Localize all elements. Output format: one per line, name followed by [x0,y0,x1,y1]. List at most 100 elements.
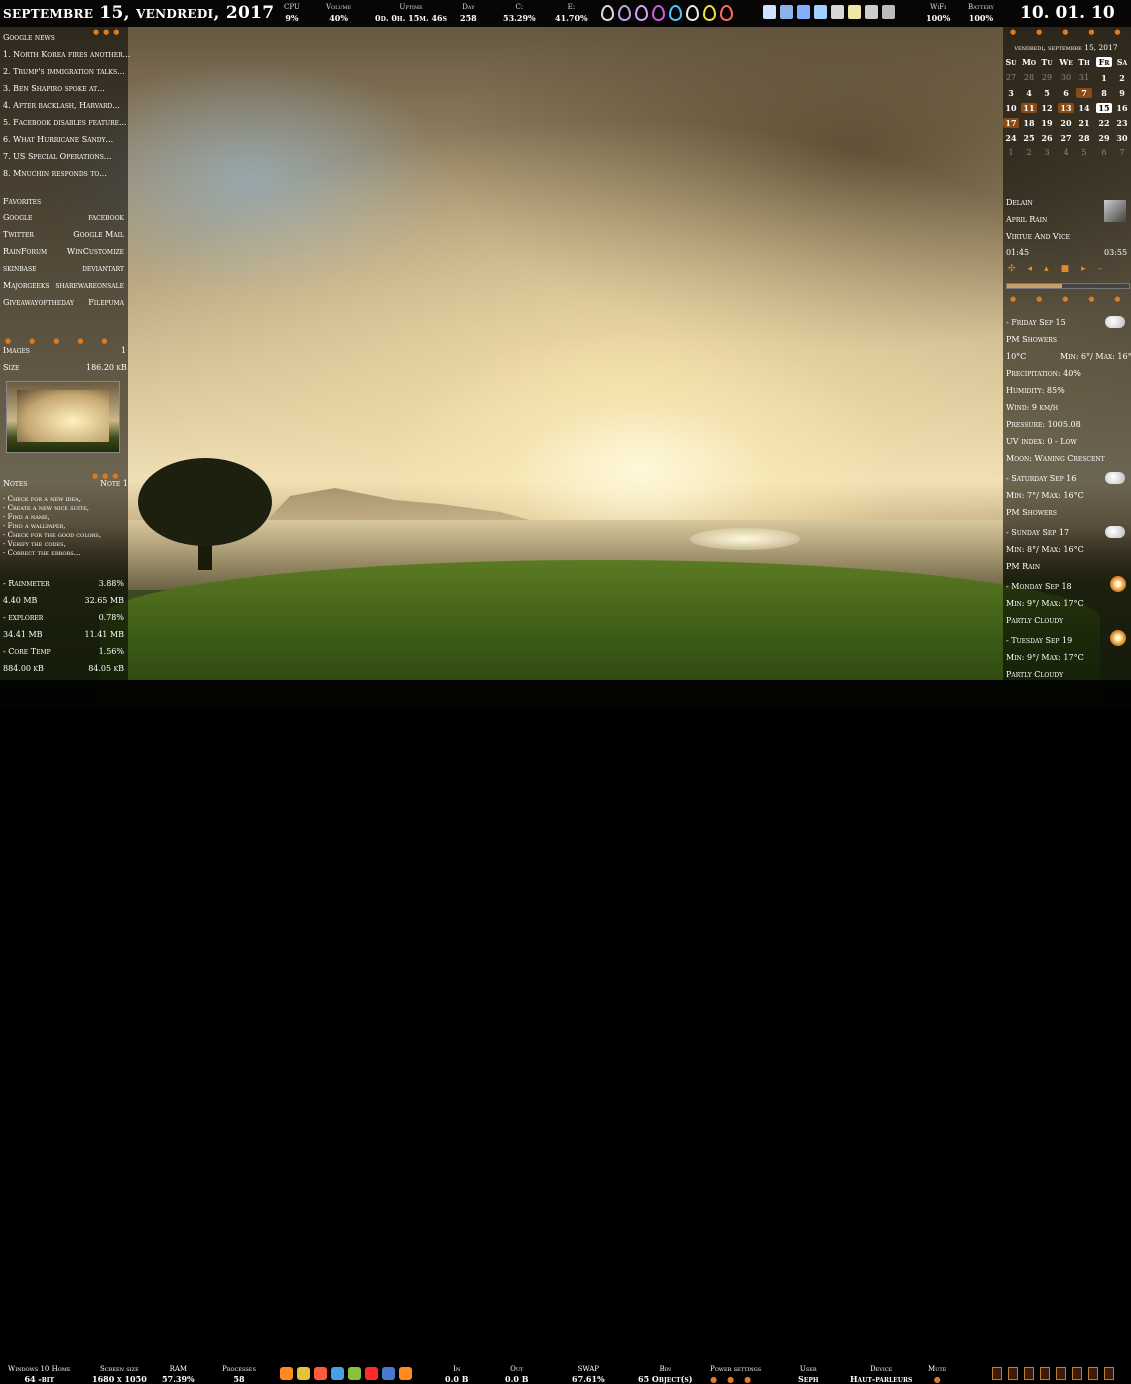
next-icon[interactable]: ▸ [1081,264,1098,274]
launcher-drop-icon[interactable] [669,5,682,21]
calendar-day[interactable]: 13 [1058,103,1074,113]
calendar-day[interactable]: 7 [1114,148,1130,157]
favorite-link[interactable]: sharewareonsale [0,281,124,290]
favorite-link[interactable]: Google Mail [0,230,124,239]
note-line[interactable]: - Find a wallpaper, [3,522,66,530]
note-line[interactable]: - Check for a new idea, [3,495,81,503]
shuffle-icon[interactable]: ✣ [1008,264,1028,274]
note-line[interactable]: - Check for the good colors, [3,531,101,539]
notes-page[interactable]: Note 1 [100,479,128,488]
play-icon[interactable]: ▴ [1044,264,1061,274]
launcher-drop-icon[interactable] [601,5,614,21]
quick-launch-tile-icon[interactable] [1008,1367,1018,1380]
calendar-day[interactable]: 4 [1021,88,1037,98]
news-item[interactable]: 7. US Special Operations... [3,152,111,161]
lightning-icon[interactable] [297,1367,310,1380]
wifi-stat[interactable]: WiFi 100% [926,3,950,23]
previous-icon[interactable]: ◂ [1028,264,1045,274]
quick-launch-tile-icon[interactable] [1104,1367,1114,1380]
news-item[interactable]: 3. Ben Shapiro spoke at... [3,84,105,93]
recycle-bin-stat[interactable]: Bin 65 Object(s) [638,1364,693,1384]
calendar-day[interactable]: 20 [1058,118,1074,128]
favorite-link[interactable]: Filepuma [0,298,124,307]
news-item[interactable]: 2. Trump's immigration talks... [3,67,125,76]
repeat-icon[interactable]: – [1098,264,1115,274]
app-icon[interactable] [382,1367,395,1380]
folder-icon[interactable] [848,5,861,19]
firefox-icon[interactable] [314,1367,327,1380]
weather-controls-dots[interactable]: ●●●●● [1010,295,1131,303]
stop-icon[interactable]: ■ [1061,264,1082,274]
calendar-day[interactable]: 29 [1096,133,1112,143]
launcher-drop-icon[interactable] [618,5,631,21]
printer-icon[interactable] [831,5,844,19]
gear-icon[interactable] [797,5,810,19]
device-stat[interactable]: Device Haut-parleurs [850,1364,912,1384]
favorite-link[interactable]: WinCustomize [0,247,124,256]
calendar-day[interactable]: 11 [1021,103,1037,113]
note-line[interactable]: - Find a name, [3,513,50,521]
settings-icon[interactable] [399,1367,412,1380]
image-thumbnail[interactable] [6,381,120,453]
note-line[interactable]: - Correct the errors... [3,549,80,557]
launcher-drop-icon[interactable] [652,5,665,21]
favorite-link[interactable]: deviantart [0,264,124,273]
calendar-day[interactable]: 31 [1076,73,1092,82]
music-progress-bar[interactable] [1006,283,1130,289]
calendar-day[interactable]: 27 [1058,133,1074,143]
news-item[interactable]: 8. Mnuchin responds to... [3,169,107,178]
calendar-day[interactable]: 26 [1039,133,1055,143]
images-controls-dots[interactable]: ●●●●● [5,337,126,345]
processes-stat[interactable]: Processes 58 [222,1364,256,1384]
drive-c-stat[interactable]: C: 53.29% [503,3,536,23]
note-line[interactable]: - Verify the codes, [3,540,66,548]
launcher-drop-icon[interactable] [686,5,699,21]
news-item[interactable]: 5. Facebook disables feature... [3,118,127,127]
favorite-link[interactable]: facebook [0,213,124,222]
calendar-day[interactable]: 30 [1058,73,1074,82]
power-settings[interactable]: Power settings ●●● [710,1364,761,1384]
calendar-day[interactable]: 10 [1003,103,1019,113]
calendar-day[interactable]: 8 [1096,88,1112,98]
calendar-day[interactable]: 22 [1096,118,1112,128]
drive-e-stat[interactable]: E: 41.70% [555,3,588,23]
power-dots[interactable]: ●●● [710,1374,761,1384]
media-controls[interactable]: ✣◂▴■▸– [1008,264,1114,274]
calendar-day[interactable]: 30 [1114,133,1130,143]
calendar-controls-dots[interactable]: ●●●●● [1010,28,1131,36]
news-item[interactable]: 6. What Hurricane Sandy... [3,135,113,144]
calendar-day[interactable]: 15 [1096,103,1112,113]
calendar-day[interactable]: 18 [1021,118,1037,128]
calendar-day[interactable]: 24 [1003,133,1019,143]
note-line[interactable]: - Create a new nice suite, [3,504,89,512]
news-item[interactable]: 1. North Korea fires another... [3,50,130,59]
calendar-day[interactable]: 3 [1039,148,1055,157]
calendar-day[interactable]: 1 [1096,73,1112,83]
calendar-day[interactable]: 6 [1058,88,1074,98]
vlc-icon[interactable] [280,1367,293,1380]
volume-stat[interactable]: Volume 40% [326,3,351,23]
wrench-icon[interactable] [331,1367,344,1380]
quick-launch-tile-icon[interactable] [992,1367,1002,1380]
quick-launch-tile-icon[interactable] [1072,1367,1082,1380]
calendar-day[interactable]: 17 [1003,118,1019,128]
calendar-day[interactable]: 1 [1003,148,1019,157]
opera-icon[interactable] [365,1367,378,1380]
calendar-day[interactable]: 6 [1096,148,1112,157]
calendar-day[interactable]: 28 [1021,73,1037,82]
window-icon[interactable] [882,5,895,19]
mute-toggle[interactable]: Mute ● [928,1364,946,1384]
cpu-stat[interactable]: CPU 9% [284,3,300,23]
calendar-day[interactable]: 4 [1058,148,1074,157]
monitor-icon[interactable] [814,5,827,19]
calendar-day[interactable]: 27 [1003,73,1019,82]
calendar-day[interactable]: 25 [1021,133,1037,143]
news-item[interactable]: 4. After backlash, Harvard... [3,101,120,110]
notepadpp-icon[interactable] [348,1367,361,1380]
quick-launch-tile-icon[interactable] [1024,1367,1034,1380]
quick-launch-tile-icon[interactable] [1088,1367,1098,1380]
calendar-day[interactable]: 19 [1039,118,1055,128]
tool-icon[interactable] [780,5,793,19]
calendar-day[interactable]: 9 [1114,88,1130,98]
calendar-day[interactable]: 5 [1076,148,1092,157]
